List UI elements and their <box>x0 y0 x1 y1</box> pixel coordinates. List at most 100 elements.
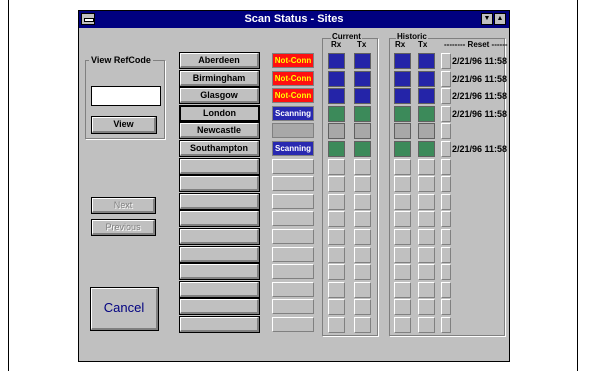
reset-checkbox[interactable] <box>441 159 451 175</box>
historic-rx-indicator <box>394 264 411 280</box>
reset-checkbox[interactable] <box>441 141 451 157</box>
current-tx-indicator <box>354 229 371 245</box>
site-status-cell <box>272 159 314 174</box>
current-tx-indicator <box>354 53 371 69</box>
reset-checkbox[interactable] <box>441 123 451 139</box>
site-status-cell <box>272 247 314 262</box>
site-button-empty[interactable] <box>179 246 260 263</box>
maximize-icon[interactable]: ▲ <box>494 13 506 25</box>
historic-tx-indicator <box>418 141 435 157</box>
site-button-empty[interactable] <box>179 263 260 280</box>
site-button-empty[interactable] <box>179 228 260 245</box>
historic-tx-indicator <box>418 282 435 298</box>
reset-timestamp: 2/21/96 11:58 <box>452 144 508 154</box>
current-tx-indicator <box>354 71 371 87</box>
historic-rx-indicator <box>394 211 411 227</box>
reset-checkbox[interactable] <box>441 71 451 87</box>
title-bar[interactable]: Scan Status - Sites ▼ ▲ <box>79 11 509 28</box>
historic-rx-indicator <box>394 123 411 139</box>
current-tx-indicator <box>354 141 371 157</box>
site-button-empty[interactable] <box>179 281 260 298</box>
next-button[interactable]: Next <box>91 197 156 214</box>
reset-checkbox[interactable] <box>441 317 451 333</box>
page-border-right <box>577 0 578 371</box>
site-status-cell <box>272 194 314 209</box>
minimize-icon[interactable]: ▼ <box>481 13 493 25</box>
current-tx-indicator <box>354 299 371 315</box>
site-status-cell: Not-Conn <box>272 53 314 68</box>
site-button-empty[interactable] <box>179 193 260 210</box>
current-tx-indicator <box>354 247 371 263</box>
refcode-input[interactable] <box>91 86 161 106</box>
historic-tx-indicator <box>418 247 435 263</box>
site-button-southampton[interactable]: Southampton <box>179 140 260 157</box>
historic-rx-indicator <box>394 247 411 263</box>
cancel-button[interactable]: Cancel <box>90 287 159 331</box>
view-button[interactable]: View <box>91 116 157 134</box>
site-status-cell <box>272 317 314 332</box>
reset-checkbox[interactable] <box>441 264 451 280</box>
reset-timestamp: 2/21/96 11:58 <box>452 91 508 101</box>
site-status-cell: Not-Conn <box>272 71 314 86</box>
site-button-empty[interactable] <box>179 210 260 227</box>
site-status-cell: Not-Conn <box>272 88 314 103</box>
current-rx-indicator <box>328 282 345 298</box>
current-tx-indicator <box>354 264 371 280</box>
site-button-glasgow[interactable]: Glasgow <box>179 87 260 104</box>
current-tx-indicator <box>354 88 371 104</box>
site-status-cell <box>272 176 314 191</box>
reset-checkbox[interactable] <box>441 247 451 263</box>
site-button-newcastle[interactable]: Newcastle <box>179 122 260 139</box>
site-button-empty[interactable] <box>179 298 260 315</box>
current-tx-indicator <box>354 211 371 227</box>
reset-checkbox[interactable] <box>441 194 451 210</box>
current-rx-indicator <box>328 88 345 104</box>
reset-checkbox[interactable] <box>441 282 451 298</box>
historic-rx-indicator <box>394 229 411 245</box>
site-button-aberdeen[interactable]: Aberdeen <box>179 52 260 69</box>
reset-checkbox[interactable] <box>441 88 451 104</box>
historic-tx-indicator <box>418 53 435 69</box>
reset-timestamp: 2/21/96 11:58 <box>452 74 508 84</box>
historic-rx-indicator <box>394 141 411 157</box>
reset-checkbox[interactable] <box>441 211 451 227</box>
historic-tx-indicator <box>418 299 435 315</box>
current-tx-indicator <box>354 194 371 210</box>
current-rx-indicator <box>328 229 345 245</box>
historic-tx-header: Tx <box>418 40 428 49</box>
current-rx-indicator <box>328 123 345 139</box>
reset-checkbox[interactable] <box>441 229 451 245</box>
historic-tx-indicator <box>418 123 435 139</box>
historic-rx-indicator <box>394 194 411 210</box>
historic-tx-indicator <box>418 159 435 175</box>
site-button-empty[interactable] <box>179 316 260 333</box>
reset-checkbox[interactable] <box>441 176 451 192</box>
reset-checkbox[interactable] <box>441 53 451 69</box>
scan-status-window: Scan Status - Sites ▼ ▲ View RefCode Vie… <box>78 10 510 362</box>
current-rx-indicator <box>328 264 345 280</box>
previous-button[interactable]: Previous <box>91 219 156 236</box>
current-rx-indicator <box>328 317 345 333</box>
historic-tx-indicator <box>418 317 435 333</box>
historic-rx-indicator <box>394 88 411 104</box>
current-rx-indicator <box>328 299 345 315</box>
historic-rx-indicator <box>394 299 411 315</box>
reset-timestamp: 2/21/96 11:58 <box>452 109 508 119</box>
historic-rx-header: Rx <box>395 40 406 49</box>
site-button-empty[interactable] <box>179 158 260 175</box>
current-rx-indicator <box>328 53 345 69</box>
current-rx-indicator <box>328 247 345 263</box>
current-rx-indicator <box>328 71 345 87</box>
reset-checkbox[interactable] <box>441 106 451 122</box>
current-tx-indicator <box>354 159 371 175</box>
site-button-empty[interactable] <box>179 175 260 192</box>
site-status-cell <box>272 264 314 279</box>
historic-rx-indicator <box>394 159 411 175</box>
current-rx-indicator <box>328 141 345 157</box>
site-status-cell <box>272 211 314 226</box>
historic-tx-indicator <box>418 194 435 210</box>
reset-checkbox[interactable] <box>441 299 451 315</box>
current-rx-indicator <box>328 176 345 192</box>
site-button-london[interactable]: London <box>179 105 260 122</box>
site-button-birmingham[interactable]: Birmingham <box>179 70 260 87</box>
